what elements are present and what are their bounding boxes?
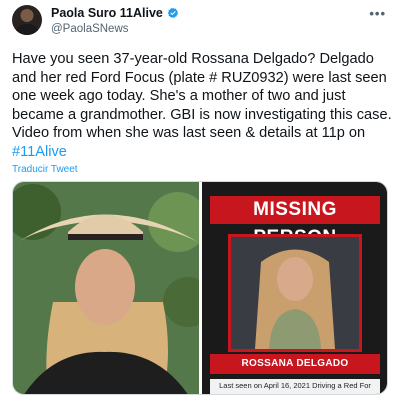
media-grid: MISSING PERSON ROSSANA DELGADO Last seen… — [12, 181, 388, 395]
poster-photo-illustration — [231, 237, 359, 349]
author-avatar[interactable] — [12, 5, 42, 35]
verified-badge-icon — [167, 7, 178, 18]
more-horizontal-icon[interactable]: ••• — [369, 6, 386, 21]
photo-woman-with-hat-illustration — [13, 182, 199, 394]
poster-title: MISSING PERSON — [210, 196, 380, 248]
author-name-row: Paola Suro 11Alive — [51, 6, 179, 20]
translate-tweet-link[interactable]: Traducir Tweet — [12, 164, 78, 175]
poster-caption: Last seen on April 16, 2021 Driving a Re… — [210, 379, 380, 394]
hashtag-link[interactable]: #11Alive — [12, 144, 67, 160]
photo-woman-with-hat[interactable] — [13, 182, 199, 394]
author-handle[interactable]: @PaolaSNews — [51, 23, 129, 35]
tweet-text: Have you seen 37-year-old Rossana Delgad… — [12, 50, 392, 162]
author-display-name[interactable]: Paola Suro 11Alive — [51, 6, 163, 20]
tweet-card: Paola Suro 11Alive @PaolaSNews ••• Have … — [0, 0, 400, 403]
missing-person-poster[interactable]: MISSING PERSON ROSSANA DELGADO Last seen… — [202, 182, 387, 394]
poster-photo — [228, 234, 362, 352]
poster-name: ROSSANA DELGADO — [210, 354, 380, 374]
tweet-text-body: Have you seen 37-year-old Rossana Delgad… — [12, 51, 392, 142]
